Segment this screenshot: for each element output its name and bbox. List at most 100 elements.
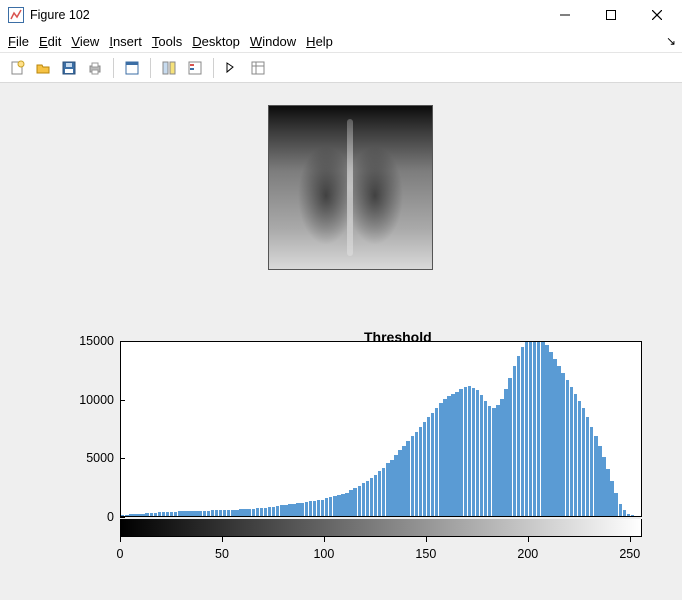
histogram-bar [133, 514, 136, 516]
y-tick-label: 0 [44, 510, 114, 524]
histogram-bar [223, 510, 226, 516]
histogram-axes: 050001000015000 050100150200250 [44, 341, 642, 569]
histogram-bar [443, 399, 446, 516]
x-tick-label: 150 [415, 547, 436, 561]
edit-plot-button[interactable] [221, 57, 243, 79]
save-button[interactable] [58, 57, 80, 79]
histogram-bar [141, 514, 144, 516]
histogram-bar [545, 345, 548, 516]
print-button[interactable] [84, 57, 106, 79]
histogram-bar [439, 403, 442, 516]
histogram-bar [235, 510, 238, 516]
y-tick-label: 10000 [44, 393, 114, 407]
matlab-icon [8, 7, 24, 23]
histogram-bar [631, 515, 634, 516]
histogram-bar [619, 504, 622, 516]
histogram-bar [459, 389, 462, 516]
histogram-bar [529, 341, 532, 516]
histogram-bar [586, 417, 589, 516]
x-tick-label: 50 [215, 547, 229, 561]
histogram-bar [627, 514, 630, 516]
histogram-bar [300, 503, 303, 516]
histogram-bar [190, 511, 193, 516]
histogram-bar [578, 401, 581, 516]
menu-window[interactable]: Window [246, 32, 300, 51]
histogram-bar [411, 436, 414, 516]
histogram-bar [557, 366, 560, 516]
histogram-bar [341, 494, 344, 516]
histogram-bar [154, 513, 157, 516]
histogram-bar [158, 512, 161, 516]
histogram-bar [623, 510, 626, 516]
minimize-button[interactable] [542, 0, 588, 30]
y-tick-label: 5000 [44, 451, 114, 465]
x-tick-mark [630, 537, 631, 542]
y-tick-label: 15000 [44, 334, 114, 348]
insert-colorbar-button[interactable] [158, 57, 180, 79]
histogram-bar [561, 373, 564, 516]
histogram-bar [435, 408, 438, 516]
histogram-bar [415, 432, 418, 516]
histogram-bar [488, 406, 491, 516]
histogram-bar [553, 359, 556, 516]
menu-view[interactable]: View [67, 32, 103, 51]
histogram-bar [247, 509, 250, 516]
titlebar: Figure 102 [0, 0, 682, 30]
histogram-bar [484, 401, 487, 516]
toolbar-separator [113, 58, 114, 78]
histogram-bar [427, 417, 430, 516]
toolbar-overflow-icon[interactable]: ↘ [666, 34, 676, 48]
histogram-bar [378, 471, 381, 516]
histogram-bar [382, 468, 385, 516]
histogram-bar [598, 446, 601, 516]
histogram-bar [594, 436, 597, 516]
histogram-bar [419, 427, 422, 516]
histogram-bar [468, 386, 471, 516]
histogram-plot-area [120, 341, 642, 517]
x-tick-label: 250 [619, 547, 640, 561]
histogram-bar [614, 493, 617, 516]
menu-desktop[interactable]: Desktop [188, 32, 244, 51]
menu-edit[interactable]: Edit [35, 32, 65, 51]
toolbar-separator [150, 58, 151, 78]
histogram-bar [337, 495, 340, 516]
histogram-bar [386, 463, 389, 516]
histogram-bar [455, 392, 458, 516]
histogram-bar [517, 356, 520, 516]
histogram-bar [296, 503, 299, 516]
menu-file[interactable]: File [4, 32, 33, 51]
histogram-bar [496, 405, 499, 516]
histogram-bar [227, 510, 230, 516]
histogram-bar [268, 507, 271, 516]
histogram-bar [325, 498, 328, 516]
toolbar-separator [213, 58, 214, 78]
histogram-bar [394, 455, 397, 516]
histogram-bar [398, 450, 401, 516]
y-tick-mark [120, 517, 125, 518]
link-plot-button[interactable] [121, 57, 143, 79]
histogram-bar [345, 493, 348, 516]
maximize-button[interactable] [588, 0, 634, 30]
new-figure-button[interactable] [6, 57, 28, 79]
histogram-bar [211, 510, 214, 516]
toolbar [0, 53, 682, 83]
x-tick-mark [120, 537, 121, 542]
menu-insert[interactable]: Insert [105, 32, 146, 51]
intensity-colorbar [120, 519, 642, 537]
menu-help[interactable]: Help [302, 32, 337, 51]
open-property-inspector-button[interactable] [247, 57, 269, 79]
x-tick-label: 0 [117, 547, 124, 561]
histogram-bar [549, 352, 552, 516]
close-button[interactable] [634, 0, 680, 30]
menu-tools[interactable]: Tools [148, 32, 186, 51]
histogram-bar [239, 509, 242, 516]
open-button[interactable] [32, 57, 54, 79]
histogram-bar [533, 341, 536, 516]
histogram-bar [362, 483, 365, 516]
insert-legend-button[interactable] [184, 57, 206, 79]
histogram-bar [145, 513, 148, 516]
histogram-bar [566, 380, 569, 516]
histogram-bar [472, 388, 475, 516]
window-title: Figure 102 [30, 8, 90, 22]
histogram-bar [451, 394, 454, 516]
